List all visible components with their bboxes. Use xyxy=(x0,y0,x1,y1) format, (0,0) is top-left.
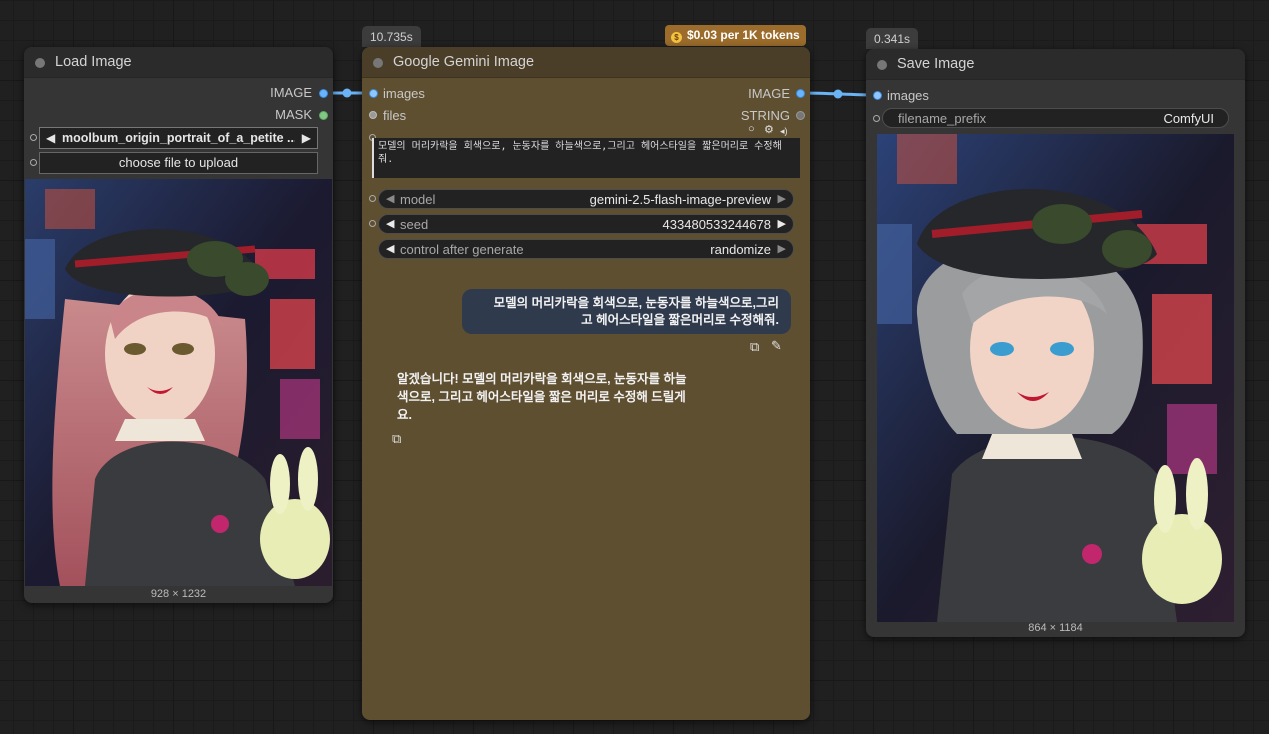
image-size-caption: 928 × 1232 xyxy=(150,588,207,600)
model-value: gemini-2.5-flash-image-preview xyxy=(589,192,771,207)
user-message-line-2: 고 헤어스타일을 짧은머리로 수정해줘. xyxy=(581,313,779,327)
gear-icon[interactable]: ⚙ xyxy=(764,123,774,136)
seed-name: seed xyxy=(400,217,429,232)
output-image-slot[interactable] xyxy=(319,89,328,98)
combo-left-arrow-icon[interactable]: ◀ xyxy=(46,128,55,148)
gemini-image-node[interactable]: Google Gemini Image images files IMAGE S… xyxy=(362,47,810,720)
input-images-slot[interactable] xyxy=(369,89,378,98)
user-message-line-1: 모델의 머리카락을 회색으로, 눈동자를 하늘색으로,그리 xyxy=(493,296,779,310)
model-right-arrow-icon[interactable]: ▶ xyxy=(778,192,786,205)
gemini-timer: 10.735s xyxy=(362,26,421,47)
control-left-arrow-icon[interactable]: ◀ xyxy=(386,242,394,255)
copy-icon[interactable]: ⧉ xyxy=(750,339,759,355)
circle-icon[interactable]: ○ xyxy=(748,123,755,135)
control-value: randomize xyxy=(710,242,771,257)
image-size-caption: 864 × 1184 xyxy=(1028,622,1083,634)
image-input-slot[interactable] xyxy=(30,134,37,141)
speaker-icon[interactable]: ◂) xyxy=(780,126,788,137)
node-title-bar[interactable]: Save Image xyxy=(866,49,1245,80)
control-after-generate-combo[interactable]: ◀ control after generate randomize ▶ xyxy=(378,239,794,259)
collapse-dot-icon[interactable] xyxy=(877,60,887,70)
collapse-dot-icon[interactable] xyxy=(373,58,383,68)
seed-increment-icon[interactable]: ▶ xyxy=(778,217,786,230)
load-image-node[interactable]: Load Image IMAGE MASK ◀ moolbum_origin_p… xyxy=(24,47,333,603)
portrait-gray-hair-image xyxy=(877,134,1234,622)
upload-input-slot[interactable] xyxy=(30,159,37,166)
output-string-label: STRING xyxy=(740,108,790,123)
input-files-slot[interactable] xyxy=(369,111,377,119)
seed-value: 433480533244678 xyxy=(662,217,771,232)
input-files-label: files xyxy=(383,108,407,123)
prompt-textarea[interactable]: 모델의 머리카락을 회색으로, 눈동자를 하늘색으로,그리고 헤어스타일을 짧은… xyxy=(372,138,800,178)
reply-line-3: 요. xyxy=(397,408,412,422)
pencil-icon[interactable]: ✎ xyxy=(771,338,782,354)
model-name: model xyxy=(400,192,436,207)
save-image-node[interactable]: Save Image images filename_prefix ComfyU… xyxy=(866,49,1245,637)
output-image-label: IMAGE xyxy=(748,86,790,101)
input-images-label: images xyxy=(383,86,425,101)
seed-input-slot[interactable] xyxy=(369,220,376,227)
image-select-combo[interactable]: ◀ moolbum_origin_portrait_of_a_petite ..… xyxy=(39,127,318,149)
output-string-slot[interactable] xyxy=(796,111,805,120)
filename-prefix-name: filename_prefix xyxy=(898,111,987,126)
reply-line-2: 색으로, 그리고 헤어스타일을 짧은 머리로 수정해 드릴게 xyxy=(397,390,686,404)
save-timer: 0.341s xyxy=(866,28,919,49)
collapse-dot-icon[interactable] xyxy=(35,58,45,68)
filename-prefix-field[interactable]: filename_prefix ComfyUI xyxy=(882,108,1229,128)
image-select-value: moolbum_origin_portrait_of_a_petite ... xyxy=(62,131,295,145)
filename-input-slot[interactable] xyxy=(873,115,880,122)
user-message-bubble: 모델의 머리카락을 회색으로, 눈동자를 하늘색으로,그리 고 헤어스타일을 짧… xyxy=(462,289,791,334)
output-image-label: IMAGE xyxy=(270,85,312,100)
copy-icon[interactable]: ⧉ xyxy=(392,431,401,447)
output-image-slot[interactable] xyxy=(796,89,805,98)
filename-prefix-value: ComfyUI xyxy=(1163,111,1214,126)
control-name: control after generate xyxy=(400,242,524,257)
node-title: Google Gemini Image xyxy=(393,54,535,70)
coin-icon: $ xyxy=(671,32,682,43)
control-right-arrow-icon[interactable]: ▶ xyxy=(778,242,786,255)
seed-number[interactable]: ◀ seed 433480533244678 ▶ xyxy=(378,214,794,234)
reply-line-1: 알겠습니다! 모델의 머리카락을 회색으로, 눈동자를 하늘 xyxy=(397,372,687,386)
node-title: Save Image xyxy=(897,56,975,72)
portrait-pink-hair-image xyxy=(25,179,332,586)
loaded-image-preview xyxy=(25,179,332,586)
input-images-label: images xyxy=(887,88,929,103)
combo-right-arrow-icon[interactable]: ▶ xyxy=(302,128,311,148)
upload-button[interactable]: choose file to upload xyxy=(39,152,318,174)
workflow-canvas[interactable]: Load Image IMAGE MASK ◀ moolbum_origin_p… xyxy=(0,0,1269,734)
output-mask-label: MASK xyxy=(275,107,312,122)
cost-badge-label: $0.03 per 1K tokens xyxy=(687,28,800,42)
input-images-slot[interactable] xyxy=(873,91,882,100)
node-title-bar[interactable]: Google Gemini Image xyxy=(362,47,810,78)
model-input-slot[interactable] xyxy=(369,195,376,202)
model-combo[interactable]: ◀ model gemini-2.5-flash-image-preview ▶ xyxy=(378,189,794,209)
node-title: Load Image xyxy=(55,54,132,70)
cost-badge: $ $0.03 per 1K tokens xyxy=(665,25,806,46)
seed-decrement-icon[interactable]: ◀ xyxy=(386,217,394,230)
output-mask-slot[interactable] xyxy=(319,111,328,120)
saved-image-preview xyxy=(877,134,1234,622)
node-title-bar[interactable]: Load Image xyxy=(24,47,333,78)
assistant-reply: 알겠습니다! 모델의 머리카락을 회색으로, 눈동자를 하늘 색으로, 그리고 … xyxy=(397,370,717,424)
model-left-arrow-icon[interactable]: ◀ xyxy=(386,192,394,205)
